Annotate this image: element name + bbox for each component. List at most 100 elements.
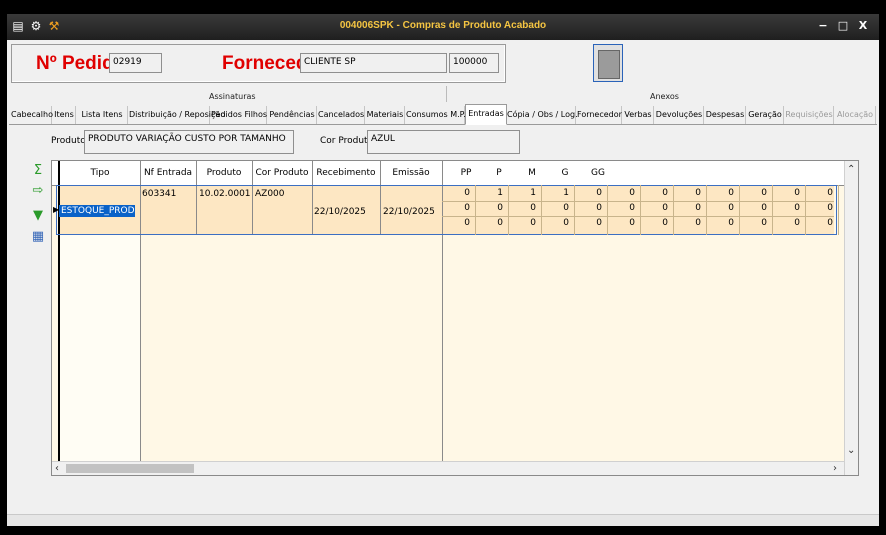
size-col-divider	[739, 185, 740, 235]
minimize-button[interactable]: −	[816, 19, 830, 33]
size-qty-cell[interactable]: 0	[741, 188, 767, 198]
tab-cancelados[interactable]: Cancelados	[318, 106, 365, 124]
tab-consumos-mp[interactable]: Consumos M.P.	[406, 106, 466, 124]
col-cor-produto[interactable]: Cor Produto	[252, 161, 312, 185]
export-icon[interactable]: ⇨	[31, 184, 45, 198]
size-qty-cell[interactable]: 0	[444, 188, 470, 198]
col-produto[interactable]: Produto	[196, 161, 252, 185]
size-qty-cell[interactable]: 0	[609, 203, 635, 213]
grid-header: Tipo Nf Entrada Produto Cor Produto Rece…	[52, 161, 844, 186]
size-qty-cell[interactable]: 0	[675, 218, 701, 228]
size-qty-cell[interactable]: 0	[510, 218, 536, 228]
col-size-g[interactable]: G	[553, 161, 577, 185]
tab-geracao[interactable]: Geração	[747, 106, 784, 124]
size-qty-cell[interactable]: 0	[774, 188, 800, 198]
tab-pedidos-filhos[interactable]: Pedidos Filhos	[211, 106, 267, 124]
size-row-divider	[442, 216, 834, 217]
cor-produto-field[interactable]: AZUL	[367, 130, 520, 154]
size-qty-cell[interactable]: 0	[477, 203, 503, 213]
size-qty-cell[interactable]: 1	[477, 188, 503, 198]
size-qty-cell[interactable]: 0	[576, 203, 602, 213]
recebimento-cell[interactable]: 22/10/2025	[314, 207, 366, 217]
nf-entrada-cell[interactable]: 603341	[142, 189, 176, 199]
tab-fornecedor[interactable]: Fornecedor	[577, 106, 622, 124]
tab-despesas[interactable]: Despesas	[705, 106, 746, 124]
tab-pendencias[interactable]: Pendências	[268, 106, 317, 124]
size-qty-cell[interactable]: 0	[807, 203, 833, 213]
size-qty-cell[interactable]: 0	[609, 188, 635, 198]
size-qty-cell[interactable]: 0	[807, 218, 833, 228]
cor-cell[interactable]: AZ000	[255, 189, 285, 199]
image-icon[interactable]: ▦	[31, 230, 45, 244]
size-col-divider	[805, 185, 806, 235]
tab-lista-itens[interactable]: Lista Itens	[77, 106, 128, 124]
product-image-box[interactable]	[593, 44, 623, 82]
download-arrow-icon[interactable]: ▼	[31, 209, 45, 223]
col-size-p[interactable]: P	[487, 161, 511, 185]
size-qty-cell[interactable]: 0	[774, 218, 800, 228]
vertical-scrollbar[interactable]: ⌃ ⌄	[844, 161, 858, 475]
fornecedor-code-field[interactable]: 100000	[449, 53, 499, 73]
size-qty-cell[interactable]: 1	[510, 188, 536, 198]
tab-itens[interactable]: Itens	[53, 106, 76, 124]
col-recebimento[interactable]: Recebimento	[312, 161, 380, 185]
size-qty-cell[interactable]: 0	[444, 218, 470, 228]
size-qty-cell[interactable]: 0	[642, 188, 668, 198]
size-qty-cell[interactable]: 0	[543, 218, 569, 228]
emissao-cell[interactable]: 22/10/2025	[383, 207, 435, 217]
maximize-button[interactable]: □	[836, 19, 850, 33]
produto-field[interactable]: PRODUTO VARIAÇÃO CUSTO POR TAMANHO	[84, 130, 294, 154]
size-qty-cell[interactable]: 0	[774, 203, 800, 213]
size-qty-cell[interactable]: 1	[543, 188, 569, 198]
size-qty-cell[interactable]: 0	[642, 218, 668, 228]
scroll-thumb[interactable]	[66, 464, 194, 473]
size-qty-cell[interactable]: 0	[708, 188, 734, 198]
size-qty-cell[interactable]: 0	[708, 218, 734, 228]
scroll-right-icon[interactable]: ›	[833, 462, 837, 475]
scroll-up-icon[interactable]: ⌃	[847, 163, 855, 176]
tab-entradas[interactable]: Entradas	[465, 104, 507, 125]
size-qty-cell[interactable]: 0	[543, 203, 569, 213]
size-qty-cell[interactable]: 0	[708, 203, 734, 213]
size-qty-cell[interactable]: 0	[576, 188, 602, 198]
horizontal-scrollbar[interactable]: ‹ ›	[52, 461, 844, 475]
tab-verbas[interactable]: Verbas	[623, 106, 654, 124]
size-col-divider	[772, 185, 773, 235]
col-emissao[interactable]: Emissão	[380, 161, 442, 185]
pedido-field[interactable]: 02919	[109, 53, 162, 73]
size-qty-cell[interactable]: 0	[576, 218, 602, 228]
size-qty-cell[interactable]: 0	[741, 203, 767, 213]
tab-devolucoes[interactable]: Devoluções	[655, 106, 704, 124]
window-title: 004006SPK - Compras de Produto Acabado	[339, 20, 547, 31]
scroll-down-icon[interactable]: ⌄	[847, 444, 855, 457]
tipo-column-bg	[60, 235, 140, 461]
size-col-divider	[640, 185, 641, 235]
col-size-gg[interactable]: GG	[586, 161, 610, 185]
size-qty-cell[interactable]: 0	[741, 218, 767, 228]
tipo-cell[interactable]: ESTOQUE_PROD	[59, 205, 135, 217]
tab-materiais[interactable]: Materiais	[366, 106, 405, 124]
size-qty-cell[interactable]: 0	[444, 203, 470, 213]
size-qty-cell[interactable]: 0	[675, 188, 701, 198]
col-nf-entrada[interactable]: Nf Entrada	[140, 161, 196, 185]
close-button[interactable]: X	[856, 19, 870, 33]
col-tipo[interactable]: Tipo	[60, 161, 140, 185]
size-qty-cell[interactable]: 0	[642, 203, 668, 213]
size-qty-cell[interactable]: 0	[807, 188, 833, 198]
anexos-label: Anexos	[650, 92, 679, 101]
fornecedor-name-field[interactable]: CLIENTE SP	[300, 53, 447, 73]
size-qty-cell[interactable]: 0	[510, 203, 536, 213]
size-qty-cell[interactable]: 0	[477, 218, 503, 228]
col-size-m[interactable]: M	[520, 161, 544, 185]
col-size-pp[interactable]: PP	[454, 161, 478, 185]
tab-bar: Cabecalho Itens Lista Itens Distribuição…	[9, 104, 877, 125]
size-qty-cell[interactable]: 0	[675, 203, 701, 213]
tab-cabecalho[interactable]: Cabecalho	[11, 106, 53, 124]
tab-distribuicao[interactable]: Distribuição / Reposição	[129, 106, 225, 124]
size-col-divider	[838, 185, 839, 235]
produto-cell[interactable]: 10.02.0001	[199, 189, 251, 199]
scroll-left-icon[interactable]: ‹	[55, 462, 59, 475]
size-qty-cell[interactable]: 0	[609, 218, 635, 228]
tab-copia-obs-log[interactable]: Cópia / Obs / Log.	[507, 106, 578, 124]
sum-icon[interactable]: Σ	[31, 164, 45, 178]
